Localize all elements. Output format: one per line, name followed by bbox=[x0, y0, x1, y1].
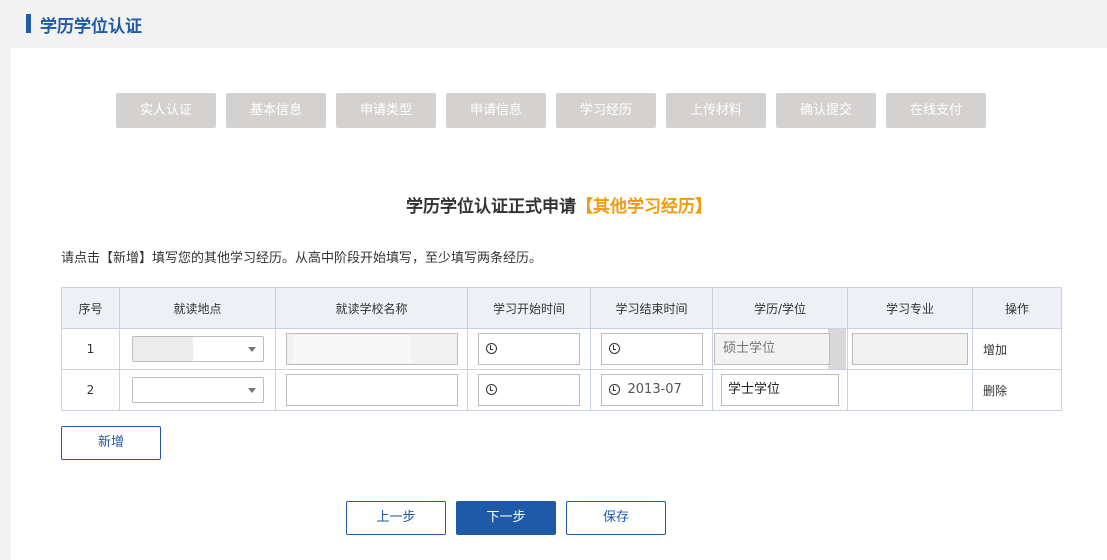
row-index: 2 bbox=[61, 369, 120, 411]
redacted-area bbox=[499, 336, 571, 362]
col-header-start: 学习开始时间 bbox=[467, 287, 591, 329]
school-name-input[interactable] bbox=[285, 374, 458, 406]
main-panel: 实人认证 基本信息 申请类型 申请信息 学习经历 上传材料 确认提交 在线支付 … bbox=[11, 48, 1107, 560]
clock-icon bbox=[486, 343, 497, 354]
step-upload-materials[interactable]: 上传材料 bbox=[666, 93, 766, 128]
redacted-area bbox=[503, 377, 571, 405]
step-online-payment[interactable]: 在线支付 bbox=[886, 93, 986, 128]
save-button[interactable]: 保存 bbox=[566, 501, 666, 535]
location-select[interactable] bbox=[131, 377, 264, 403]
form-title: 学历学位认证正式申请【其他学习经历】 bbox=[11, 192, 1107, 217]
school-cell bbox=[275, 369, 468, 411]
col-header-degree: 学历/学位 bbox=[712, 287, 848, 329]
action-cell: 删除 bbox=[972, 369, 1062, 411]
end-cell bbox=[590, 328, 713, 370]
form-title-highlight: 【其他学习经历】 bbox=[576, 197, 712, 217]
clock-icon bbox=[486, 384, 497, 395]
location-cell bbox=[119, 369, 276, 411]
step-confirm-submit[interactable]: 确认提交 bbox=[776, 93, 876, 128]
redacted-area bbox=[292, 376, 391, 404]
col-header-action: 操作 bbox=[972, 287, 1062, 329]
end-date-input[interactable] bbox=[600, 333, 703, 365]
start-cell bbox=[467, 328, 591, 370]
add-entry-button[interactable]: 新增 bbox=[61, 426, 161, 460]
step-application-info[interactable]: 申请信息 bbox=[446, 93, 546, 128]
col-header-major: 学习专业 bbox=[847, 287, 973, 329]
next-step-button[interactable]: 下一步 bbox=[456, 501, 556, 535]
location-cell bbox=[119, 328, 276, 370]
prev-step-button[interactable]: 上一步 bbox=[346, 501, 446, 535]
step-application-type[interactable]: 申请类型 bbox=[336, 93, 436, 128]
page-header: 学历学位认证 bbox=[0, 0, 1107, 48]
action-cell: 增加 bbox=[972, 328, 1062, 370]
clock-icon bbox=[608, 384, 620, 395]
school-name-input[interactable] bbox=[285, 333, 458, 365]
col-header-school: 就读学校名称 bbox=[275, 287, 468, 329]
school-cell bbox=[275, 328, 468, 370]
step-basic-info[interactable]: 基本信息 bbox=[226, 93, 326, 128]
chevron-down-icon bbox=[247, 347, 256, 352]
clock-icon bbox=[608, 343, 620, 354]
redacted-area bbox=[629, 336, 694, 364]
instruction-text: 请点击【新增】填写您的其他学习经历。从高中阶段开始填写，至少填写两条经历。 bbox=[61, 251, 543, 266]
redacted-area bbox=[292, 335, 411, 363]
end-cell: 2013-07 bbox=[590, 369, 713, 411]
col-header-index: 序号 bbox=[61, 287, 120, 329]
chevron-down-icon bbox=[247, 388, 256, 393]
degree-input[interactable]: 学士学位 bbox=[721, 374, 839, 406]
col-header-location: 就读地点 bbox=[119, 287, 276, 329]
table-row: 2 2013-07 学士学位 删除 bbox=[61, 369, 1062, 411]
add-row-link[interactable]: 增加 bbox=[983, 343, 1007, 357]
major-input[interactable] bbox=[852, 333, 968, 365]
redacted-area bbox=[853, 335, 933, 363]
form-title-main: 学历学位认证正式申请 bbox=[406, 197, 576, 217]
table-header-row: 序号 就读地点 就读学校名称 学习开始时间 学习结束时间 学历/学位 学习专业 … bbox=[61, 287, 1062, 329]
col-header-end: 学习结束时间 bbox=[590, 287, 713, 329]
degree-cell: 学士学位 bbox=[712, 369, 848, 411]
degree-input[interactable]: 硕士学位 bbox=[714, 333, 831, 365]
table-row: 1 硕士学位 增加 bbox=[61, 328, 1062, 370]
major-cell bbox=[847, 369, 973, 411]
redacted-area bbox=[827, 329, 846, 369]
major-cell bbox=[847, 328, 973, 370]
study-history-table: 序号 就读地点 就读学校名称 学习开始时间 学习结束时间 学历/学位 学习专业 … bbox=[61, 287, 1062, 411]
delete-row-link[interactable]: 删除 bbox=[983, 384, 1007, 398]
location-select[interactable] bbox=[131, 336, 264, 362]
row-index: 1 bbox=[61, 328, 120, 370]
degree-cell: 硕士学位 bbox=[712, 328, 848, 370]
step-real-person-auth[interactable]: 实人认证 bbox=[116, 93, 216, 128]
redacted-area bbox=[132, 337, 193, 361]
start-cell bbox=[467, 369, 591, 411]
start-date-input[interactable] bbox=[478, 333, 580, 365]
step-study-history[interactable]: 学习经历 bbox=[556, 93, 656, 128]
title-accent-bar bbox=[26, 14, 31, 33]
start-date-input[interactable] bbox=[478, 374, 580, 406]
end-date-input[interactable]: 2013-07 bbox=[600, 374, 703, 406]
redacted-area bbox=[132, 378, 193, 402]
page-title: 学历学位认证 bbox=[40, 17, 142, 37]
